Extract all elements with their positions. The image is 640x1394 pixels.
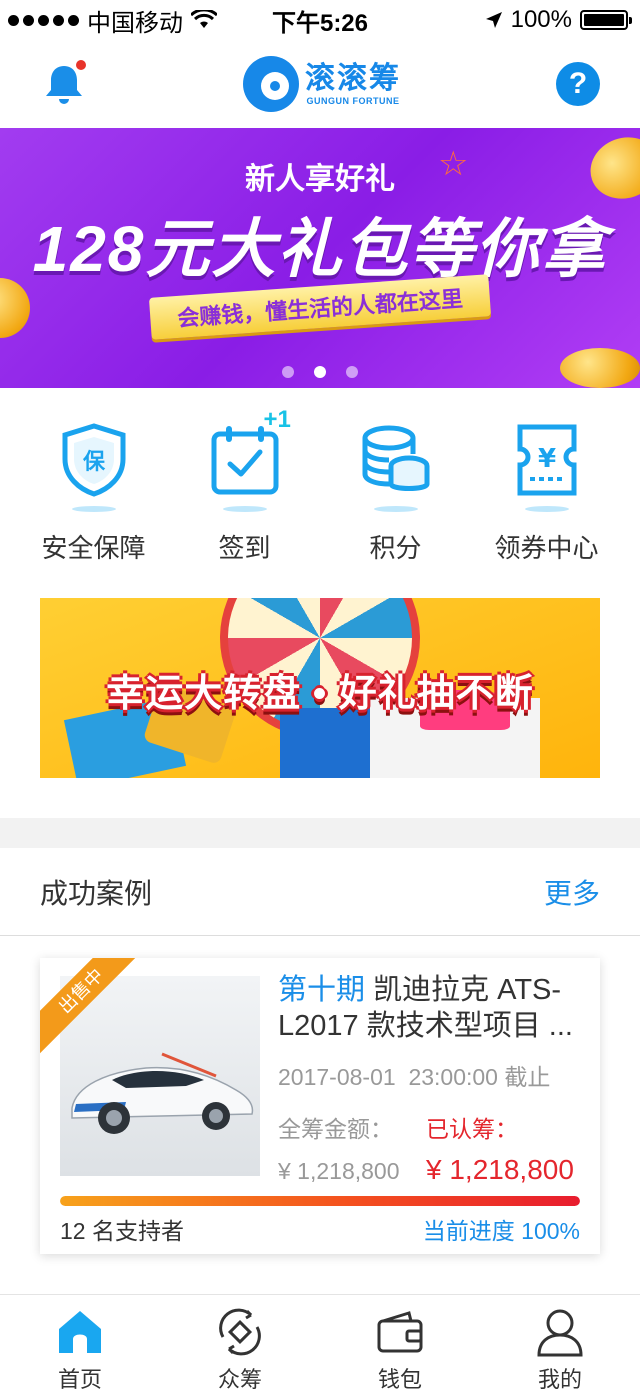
pager-dot[interactable] — [346, 366, 358, 378]
quick-entry-label: 签到 — [218, 533, 271, 563]
quick-entry-security[interactable]: 保 安全保障 — [29, 420, 159, 580]
home-icon — [53, 1305, 107, 1358]
project-deadline: 2017-08-01 23:00:00 截止 — [278, 1058, 584, 1092]
shield-icon: 保 — [58, 420, 130, 500]
section-title: 成功案例 — [40, 877, 153, 909]
total-amount: ¥ 1,218,800 — [278, 1158, 400, 1184]
status-bar: 中国移动 下午5:26 100% — [0, 0, 640, 40]
section-divider — [0, 818, 640, 848]
subscribed-amount: ¥ 1,218,800 — [426, 1154, 574, 1185]
tab-label: 首页 — [57, 1367, 102, 1392]
cases-header: 成功案例 更多 — [0, 848, 640, 936]
gift-icon — [280, 708, 370, 778]
battery-percent: 100% — [510, 6, 572, 33]
tab-label: 我的 — [537, 1367, 582, 1392]
top-navbar: 滚滚筹 GUNGUN FORTUNE ? — [0, 40, 640, 128]
banner-pager[interactable] — [0, 366, 640, 378]
svg-text:保: 保 — [81, 450, 105, 475]
promo-title: 幸运大转盘 • 好礼抽不断 — [106, 673, 534, 715]
quick-entry-label: 领券中心 — [494, 533, 599, 563]
user-icon — [533, 1305, 587, 1358]
wifi-icon — [191, 10, 217, 28]
quick-entries: 保 安全保障 +1 签到 积分 ¥ 领券中心 — [0, 406, 640, 580]
quick-entry-checkin[interactable]: +1 签到 — [180, 406, 310, 580]
more-link[interactable]: 更多 — [544, 872, 600, 912]
lucky-wheel-banner[interactable]: 幸运大转盘 • 好礼抽不断 — [40, 598, 600, 778]
progress-bar — [60, 1196, 580, 1206]
progress-fill — [60, 1196, 580, 1206]
question-icon[interactable]: ? — [556, 62, 600, 106]
pager-dot-active[interactable] — [314, 366, 326, 378]
signal-icon — [8, 14, 79, 26]
deadline-date: 2017-08-01 — [278, 1064, 396, 1090]
logo-subtext: GUNGUN FORTUNE — [306, 96, 400, 106]
project-image — [60, 976, 260, 1176]
coupon-icon: ¥ — [511, 420, 583, 500]
project-period: 第十期 — [278, 974, 366, 1006]
bell-icon[interactable] — [40, 60, 88, 108]
coins-icon — [360, 420, 432, 500]
supporters-count: 12 名支持者 — [60, 1218, 184, 1244]
car-image — [71, 1052, 254, 1134]
progress-text: 当前进度 100% — [422, 1218, 580, 1244]
case-card[interactable]: 出售中 第十期 凯迪拉克 ATS-L2017 款技术型项目 ... 2017-0… — [40, 958, 600, 1254]
bottom-tabbar: 首页 众筹 钱包 我的 — [0, 1294, 640, 1394]
location-arrow-icon — [485, 12, 502, 28]
tab-wallet[interactable]: 钱包 — [340, 1295, 460, 1394]
panda-logo-icon — [243, 56, 299, 112]
tab-label: 钱包 — [377, 1367, 422, 1392]
banner-subtitle: 新人享好礼 — [245, 163, 395, 196]
total-label: 全筹金额： — [278, 1116, 393, 1142]
svg-text:¥: ¥ — [537, 444, 555, 474]
carrier-label: 中国移动 — [87, 9, 183, 37]
subscribed-label: 已认筹： — [426, 1116, 518, 1142]
project-title: 第十期 凯迪拉克 ATS-L2017 款技术型项目 ... — [278, 972, 584, 1044]
deadline-time: 23:00:00 截止 — [408, 1064, 551, 1090]
wallet-icon — [373, 1305, 427, 1358]
battery-icon — [580, 10, 632, 30]
checkin-badge: +1 — [263, 406, 291, 433]
logo-text: 滚滚筹 — [305, 62, 401, 95]
quick-entry-label: 积分 — [369, 533, 422, 563]
banner-headline: 128元大礼包等你拿 — [32, 213, 608, 285]
notification-dot — [76, 60, 86, 70]
tab-profile[interactable]: 我的 — [500, 1295, 620, 1394]
quick-entry-label: 安全保障 — [41, 533, 146, 563]
hero-banner[interactable]: ☆ 新人享好礼 128元大礼包等你拿 会赚钱，懂生活的人都在这里 — [0, 128, 640, 388]
quick-entry-points[interactable]: 积分 — [331, 420, 461, 580]
app-logo: 滚滚筹 GUNGUN FORTUNE — [243, 56, 401, 112]
tab-crowdfund[interactable]: 众筹 — [180, 1295, 300, 1394]
tab-label: 众筹 — [217, 1367, 262, 1392]
pager-dot[interactable] — [282, 366, 294, 378]
quick-entry-coupons[interactable]: ¥ 领券中心 — [482, 420, 612, 580]
tab-home[interactable]: 首页 — [20, 1295, 140, 1394]
crowdfund-icon — [213, 1305, 267, 1358]
